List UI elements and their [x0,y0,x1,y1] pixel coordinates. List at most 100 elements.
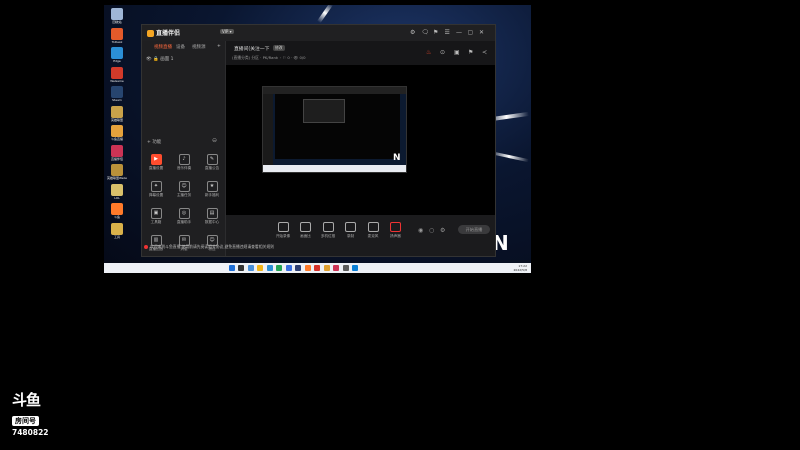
record-icon[interactable]: ○ [429,227,434,234]
tool-label: 主播任务 [176,193,192,197]
taskbar-app-icon[interactable] [257,265,263,271]
taskbar-app-icon[interactable] [304,265,311,271]
camera-icon[interactable]: ◉ [418,227,423,234]
app-icon [111,8,123,20]
bottom-control-button[interactable]: 多机位推 [316,222,340,239]
add-tab-button[interactable]: + [217,44,221,49]
douyu-logo: 斗鱼 [12,391,41,409]
desktop-icon[interactable]: 回收站 [107,8,127,26]
tool-button[interactable]: ★ 新手福利 [201,181,223,198]
tool-label: 音乐伴奏 [176,166,192,170]
maximize-icon[interactable]: ▢ [468,29,474,36]
taskbar-app-icon[interactable] [314,265,320,271]
tool-label: 数据中心 [204,220,220,224]
close-icon[interactable]: ✕ [479,29,484,36]
clock-date: 2022/5/8 [513,268,527,272]
gift-icon[interactable]: ♨ [426,49,431,56]
taskbar-app-icon[interactable] [285,265,292,271]
taskbar-app-icon[interactable] [247,265,254,271]
control-label: 扬声器 [390,234,401,238]
flag-icon[interactable]: ⚑ [433,29,438,36]
app-icon [111,125,123,137]
menu-icon[interactable]: ☰ [445,29,450,36]
desktop-icon[interactable]: 斗鱼 [107,203,127,221]
tool-button[interactable]: ▤ 数据中心 [201,208,223,225]
bell-icon[interactable]: ⚑ [468,49,473,56]
taskbar-app-icon[interactable] [352,265,358,271]
control-label: 麦克风 [367,234,379,238]
app-icon [111,183,123,196]
bottom-control-button[interactable]: 扬声器 [384,222,408,239]
lock-icon[interactable]: 🔒 [153,57,159,62]
taskbar-app-icon[interactable] [342,265,349,271]
tool-icon: ★ [206,181,218,192]
start-live-button[interactable]: 开始直播 [458,225,490,234]
room-title[interactable]: 直播间(关注一下 [234,45,269,52]
desktop-icon[interactable]: 斗鱼直播 [107,125,127,143]
edit-room-tag[interactable]: 修改 [273,45,285,51]
desktop-icon[interactable]: 英雄联盟WeGame [107,164,127,182]
collapse-icon[interactable]: ⊖ [212,137,217,144]
tool-icon: ▶ [150,154,162,165]
desktop-icon[interactable]: Edge [107,47,127,65]
tools-heading[interactable]: + 功能 [147,139,161,145]
tab-video-live[interactable]: 视频直播 [154,44,172,50]
nested-corner-logo: N [393,153,401,163]
tool-button[interactable]: ☺ 主播任务 [173,181,195,198]
tool-icon: ☺ [178,181,190,192]
taskbar-clock[interactable]: 17:22 2022/5/8 [514,264,527,272]
desktop-icon[interactable]: Steam [107,86,127,104]
desktop-icon-label: 直播伴侣 [110,156,123,161]
tab-video-source[interactable]: 视频源 [192,44,206,50]
tool-button[interactable]: ▣ 工具箱 [145,208,167,225]
settings-icon[interactable]: ⚙ [410,29,415,36]
desktop-icon-label: LOL [114,195,120,200]
bottom-control-button[interactable]: 麦克风 [361,222,385,239]
taskbar-app-icon[interactable] [238,265,244,271]
control-icon [322,222,334,232]
tool-button[interactable]: ▶ 直播设置 [145,154,167,171]
desktop-icon[interactable]: WeGame [107,66,127,85]
taskbar-app-icon[interactable] [266,265,273,271]
room-number: 7480822 [12,428,49,437]
desktop-icon-label: 回收站 [112,20,122,24]
app-icon [111,86,123,98]
taskbar-app-icon[interactable] [295,265,301,271]
tool-label: 工具箱 [150,220,162,224]
desktop-icon[interactable]: ToDesk [107,27,127,46]
tool-button[interactable]: ♪ 音乐伴奏 [173,154,195,171]
tab-devices[interactable]: 设备 [176,44,185,50]
desktop-icon[interactable]: 工具 [107,222,127,241]
desktop-icon-label: 英雄联盟WeGame [107,176,127,180]
minimize-icon[interactable]: — [456,29,462,36]
tool-button[interactable]: ◎ 直播助手 [173,208,195,225]
screen-icon[interactable]: ▣ [454,49,460,56]
bottom-control-button[interactable]: 画面比 [294,222,318,239]
desktop-icon[interactable]: LOL [107,183,127,202]
app-icon [111,164,123,176]
vip-badge[interactable]: VIP ▾ [220,29,234,34]
settings-gear-icon[interactable]: ⚙ [440,227,445,234]
taskbar-app-icon[interactable] [276,265,282,271]
taskbar-app-icon[interactable] [333,265,339,271]
live-preview[interactable]: N [226,65,495,215]
desktop-icon[interactable]: 英雄联盟 [107,105,127,124]
desktop-icon-label: Edge [113,59,121,63]
notice-alert-icon [144,245,148,249]
room-number-label: 房间号 [12,416,39,426]
bottom-control-button[interactable]: 开始录像 [271,222,295,239]
bottom-control-button[interactable]: 录制 [339,222,363,239]
control-icon [367,222,379,232]
camera-icon[interactable]: ⊙ [440,49,445,56]
eye-icon[interactable]: 👁 [146,57,152,62]
taskbar-app-icon[interactable] [323,265,330,271]
tool-button[interactable]: ✦ 弹幕设置 [145,181,167,198]
share-icon[interactable]: ≺ [482,49,487,56]
scene-item[interactable]: 👁 🔒 画面 1 [146,56,174,62]
chat-icon[interactable]: 🗨 [422,29,430,36]
app-icon [111,105,123,118]
tool-button[interactable]: ✎ 直播公告 [201,154,223,171]
desktop-icon[interactable]: 直播伴侣 [107,144,127,163]
start-icon[interactable] [229,265,235,271]
desktop-icon-label: Steam [112,98,122,102]
